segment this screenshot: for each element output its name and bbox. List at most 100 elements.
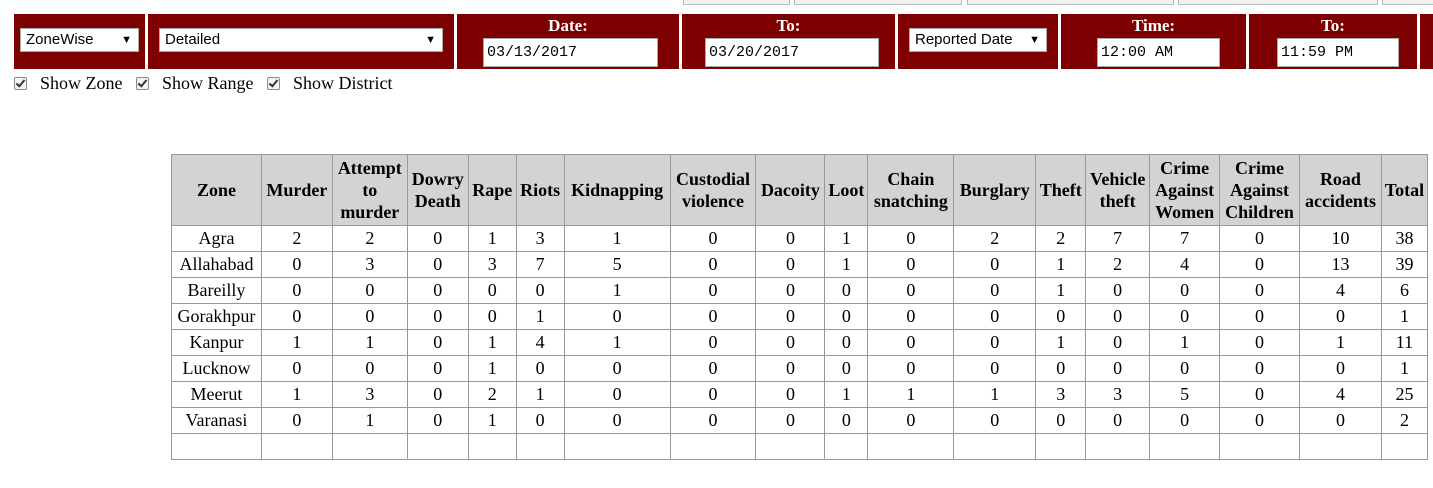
table-cell: 4	[1298, 381, 1382, 408]
show-range-option[interactable]: Show Range	[136, 73, 254, 94]
table-cell: 10	[1298, 225, 1382, 252]
table-cell: 0	[1085, 303, 1151, 330]
empty-cell	[953, 433, 1037, 460]
table-cell: 1	[867, 381, 955, 408]
table-cell: 0	[467, 277, 517, 304]
date-to-input[interactable]: 03/20/2017	[705, 38, 879, 67]
table-cell: 0	[669, 251, 757, 278]
filter-bar: ZoneWise ▼ Detailed ▼ Date: 03/13/2017 T…	[0, 14, 1433, 69]
table-cell: 38	[1380, 225, 1429, 252]
time-to-cell: To: 11:59 PM	[1249, 14, 1417, 69]
table-cell: 0	[953, 407, 1037, 434]
date-from-cell: Date: 03/13/2017	[457, 14, 679, 69]
time-from-label: Time:	[1131, 16, 1176, 35]
column-header: Total	[1380, 154, 1429, 226]
time-to-label: To:	[1321, 16, 1345, 35]
table-cell: 0	[515, 277, 565, 304]
table-row: Agra 2 2 0 1 3 1 0 0 1 0 2 2 7 7 0 10 38	[171, 225, 1429, 252]
table-cell: 0	[669, 277, 757, 304]
table-cell: 0	[1085, 355, 1151, 382]
zone-name-cell: Kanpur	[171, 329, 262, 356]
table-cell: 3	[331, 381, 408, 408]
column-header: Burglary	[953, 154, 1037, 226]
empty-cell	[1035, 433, 1087, 460]
table-row: Varanasi 0 1 0 1 0 0 0 0 0 0 0 0 0 0 0 0 2	[171, 407, 1429, 434]
date-type-select-value: Reported Date	[915, 31, 1013, 48]
empty-cell	[824, 433, 869, 460]
display-options: Show Zone Show Range Show District	[14, 73, 402, 93]
table-cell: 3	[515, 225, 565, 252]
time-to-input[interactable]: 11:59 PM	[1277, 38, 1399, 67]
table-cell: 0	[1219, 225, 1300, 252]
table-cell: 4	[1149, 251, 1221, 278]
table-cell: 0	[1219, 277, 1300, 304]
table-cell: 0	[669, 303, 757, 330]
table-cell: 0	[1219, 303, 1300, 330]
show-district-checkbox[interactable]	[267, 77, 280, 90]
table-cell: 13	[1298, 251, 1382, 278]
detail-select[interactable]: Detailed ▼	[159, 28, 443, 52]
show-zone-checkbox[interactable]	[14, 77, 27, 90]
show-district-option[interactable]: Show District	[267, 73, 393, 94]
table-cell: 0	[953, 329, 1037, 356]
table-cell: 0	[467, 303, 517, 330]
empty-cell	[669, 433, 757, 460]
column-header: Loot	[824, 154, 869, 226]
show-zone-label: Show Zone	[40, 73, 123, 93]
table-cell: 0	[669, 225, 757, 252]
column-header: Crime Against Children	[1219, 154, 1300, 226]
table-cell: 1	[467, 329, 517, 356]
table-cell: 39	[1380, 251, 1429, 278]
date-from-input[interactable]: 03/13/2017	[483, 38, 658, 67]
mode-select[interactable]: ZoneWise ▼	[20, 28, 139, 52]
table-cell: 11	[1380, 329, 1429, 356]
table-cell: 0	[1219, 251, 1300, 278]
dropdown-arrow-icon: ▼	[425, 34, 436, 46]
table-cell: 1	[515, 381, 565, 408]
empty-cell	[515, 433, 565, 460]
show-zone-option[interactable]: Show Zone	[14, 73, 123, 94]
table-header-row: Zone Murder Attempt to murder Dowry Death Ra…	[171, 154, 1429, 226]
empty-cell	[467, 433, 517, 460]
table-cell: 2	[1035, 225, 1087, 252]
table-cell: 0	[331, 355, 408, 382]
column-header: Riots	[515, 154, 565, 226]
empty-table-row	[171, 433, 1429, 460]
table-cell: 0	[1149, 407, 1221, 434]
show-range-checkbox[interactable]	[136, 77, 149, 90]
column-header: Crime Against Women	[1149, 154, 1221, 226]
table-cell: 0	[260, 277, 333, 304]
table-row: Allahabad 0 3 0 3 7 5 0 0 1 0 0 1 2 4 0 13 39	[171, 251, 1429, 278]
table-cell: 7	[1149, 225, 1221, 252]
empty-cell	[171, 433, 262, 460]
empty-cell	[1380, 433, 1429, 460]
table-cell: 0	[406, 225, 469, 252]
table-cell: 0	[1035, 407, 1087, 434]
table-cell: 0	[563, 303, 671, 330]
table-cell: 0	[331, 303, 408, 330]
table-cell: 0	[331, 277, 408, 304]
table-cell: 0	[260, 407, 333, 434]
table-row: Gorakhpur 0 0 0 0 1 0 0 0 0 0 0 0 0 0 0 0 1	[171, 303, 1429, 330]
date-type-select[interactable]: Reported Date ▼	[909, 28, 1047, 52]
column-header: Kidnapping	[563, 154, 671, 226]
zone-name-cell: Varanasi	[171, 407, 262, 434]
table-cell: 0	[867, 329, 955, 356]
column-header: Dacoity	[755, 154, 826, 226]
top-control-partial-3	[967, 0, 1174, 5]
empty-cell	[563, 433, 671, 460]
mode-cell: ZoneWise ▼	[14, 14, 145, 69]
table-cell: 0	[1219, 329, 1300, 356]
bar-end-cell	[1420, 14, 1433, 69]
table-cell: 0	[1219, 407, 1300, 434]
zone-name-cell: Gorakhpur	[171, 303, 262, 330]
time-from-input[interactable]: 12:00 AM	[1097, 38, 1220, 67]
table-cell: 1	[1149, 329, 1221, 356]
table-cell: 2	[1380, 407, 1429, 434]
table-cell: 3	[331, 251, 408, 278]
table-cell: 0	[515, 355, 565, 382]
table-cell: 0	[406, 251, 469, 278]
table-cell: 0	[260, 251, 333, 278]
table-cell: 0	[1149, 355, 1221, 382]
table-cell: 0	[867, 251, 955, 278]
